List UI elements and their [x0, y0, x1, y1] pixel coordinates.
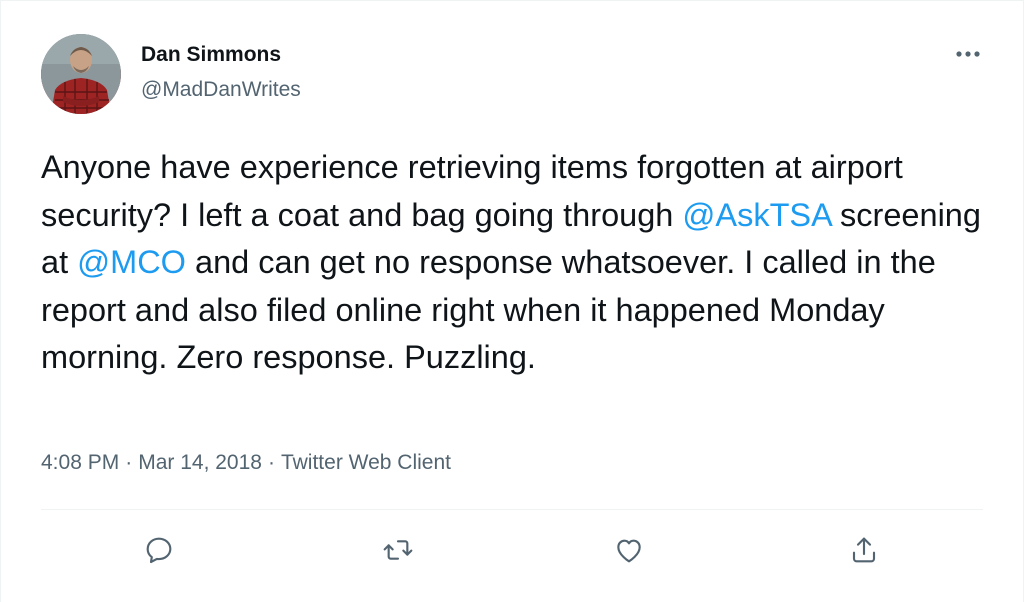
tweet-date[interactable]: Mar 14, 2018	[138, 451, 262, 474]
share-icon	[852, 537, 876, 563]
retweet-button[interactable]	[376, 528, 420, 572]
reply-button[interactable]	[137, 528, 181, 572]
mention-mco[interactable]: @MCO	[77, 244, 186, 280]
avatar-photo	[41, 34, 121, 114]
more-options-icon[interactable]	[951, 41, 985, 67]
action-bar	[1, 528, 1024, 572]
retweet-icon	[383, 540, 413, 560]
tweet-time[interactable]: 4:08 PM	[41, 451, 119, 474]
like-heart-icon	[617, 539, 641, 563]
meta-separator: ·	[267, 451, 275, 474]
tweet-meta: 4:08 PM · Mar 14, 2018 · Twitter Web Client	[41, 451, 451, 475]
divider	[41, 509, 983, 510]
mention-asktsa[interactable]: @AskTSA	[682, 197, 831, 233]
tweet-source[interactable]: Twitter Web Client	[281, 451, 451, 474]
reply-icon	[146, 537, 172, 564]
meta-separator: ·	[125, 451, 133, 474]
tweet-text: Anyone have experience retrieving items …	[41, 144, 1001, 382]
share-button[interactable]	[842, 528, 886, 572]
like-button[interactable]	[607, 528, 651, 572]
author-name[interactable]: Dan Simmons	[141, 43, 281, 67]
avatar[interactable]	[41, 34, 121, 114]
author-handle[interactable]: @MadDanWrites	[141, 78, 301, 102]
tweet-card: Dan Simmons @MadDanWrites Anyone have ex…	[0, 0, 1024, 602]
